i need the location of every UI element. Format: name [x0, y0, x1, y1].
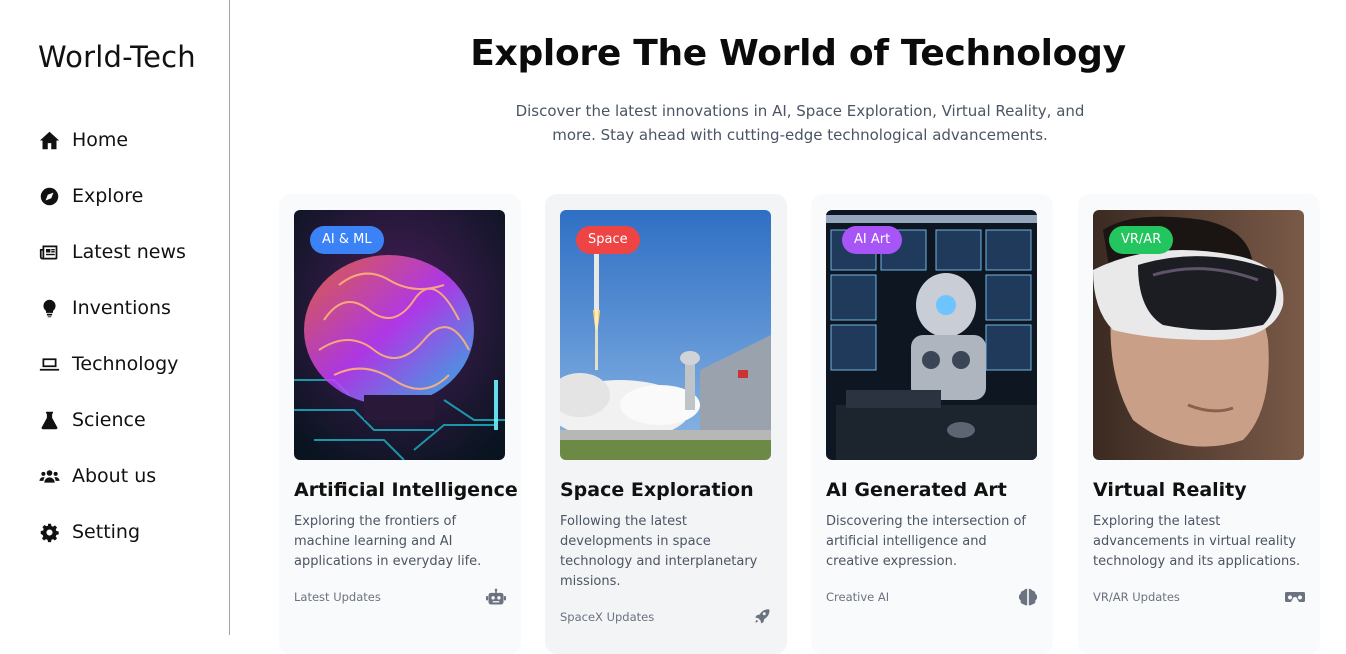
- nav-item-technology[interactable]: Technology: [38, 336, 186, 392]
- gear-icon: [38, 521, 60, 543]
- card-description: Exploring the latest advancements in vir…: [1093, 514, 1301, 569]
- nav-item-home[interactable]: Home: [38, 112, 186, 168]
- sidebar-nav: Home Explore Latest news Inventions Tech…: [38, 112, 186, 560]
- nav-label: Latest news: [72, 241, 186, 263]
- card-description: Exploring the frontiers of machine learn…: [294, 514, 482, 569]
- card-image-vr-headset: VR/AR: [1093, 210, 1304, 460]
- card-virtual-reality[interactable]: VR/AR Virtual Reality Exploring the late…: [1078, 194, 1320, 654]
- nav-item-latest-news[interactable]: Latest news: [38, 224, 186, 280]
- card-title: Space Exploration: [560, 479, 754, 501]
- nav-label: Technology: [72, 353, 179, 375]
- card-footer-label: SpaceX Updates: [560, 610, 655, 624]
- users-icon: [38, 465, 60, 487]
- card-title: Virtual Reality: [1093, 479, 1247, 501]
- card-image-brain: AI & ML: [294, 210, 505, 460]
- nav-item-inventions[interactable]: Inventions: [38, 280, 186, 336]
- main-content: Explore The World of Technology Discover…: [230, 0, 1346, 654]
- lightbulb-icon: [38, 297, 60, 319]
- nav-item-setting[interactable]: Setting: [38, 504, 186, 560]
- card-ai-generated-art[interactable]: AI Art AI Generated Art Discovering the …: [811, 194, 1053, 654]
- card-space-exploration[interactable]: Space Space Exploration Following the la…: [545, 194, 787, 654]
- card-description: Following the latest developments in spa…: [560, 514, 758, 589]
- card-badge: AI & ML: [310, 226, 384, 254]
- sidebar: World-Tech Home Explore Latest news Inve…: [0, 0, 230, 635]
- card-image-rocket-launch: Space: [560, 210, 771, 460]
- flask-icon: [38, 409, 60, 431]
- card-footer-label: Latest Updates: [294, 590, 381, 604]
- card-footer-label: Creative AI: [826, 590, 890, 604]
- nav-label: Home: [72, 129, 129, 151]
- page-title: Explore The World of Technology: [470, 33, 1126, 74]
- nav-item-explore[interactable]: Explore: [38, 168, 186, 224]
- vr-headset-icon: [1285, 588, 1305, 606]
- nav-label: Inventions: [72, 297, 171, 319]
- card-title: AI Generated Art: [826, 479, 1007, 501]
- nav-label: Science: [72, 409, 146, 431]
- robot-icon: [486, 588, 506, 606]
- compass-icon: [38, 185, 60, 207]
- brain-icon: [1018, 588, 1038, 606]
- brand-logo[interactable]: World-Tech: [38, 40, 196, 74]
- rocket-icon: [752, 607, 772, 625]
- nav-item-science[interactable]: Science: [38, 392, 186, 448]
- page-subtitle: Discover the latest innovations in AI, S…: [515, 102, 1085, 144]
- card-image-robot-at-desk: AI Art: [826, 210, 1037, 460]
- nav-label: Explore: [72, 185, 144, 207]
- home-icon: [38, 129, 60, 151]
- newspaper-icon: [38, 241, 60, 263]
- laptop-icon: [38, 353, 60, 375]
- nav-label: About us: [72, 465, 157, 487]
- card-badge: VR/AR: [1109, 226, 1174, 254]
- card-title: Artificial Intelligence: [294, 479, 518, 501]
- nav-label: Setting: [72, 521, 141, 543]
- card-footer-label: VR/AR Updates: [1093, 590, 1180, 604]
- card-badge: AI Art: [842, 226, 903, 254]
- card-artificial-intelligence[interactable]: AI & ML Artificial Intelligence Explorin…: [279, 194, 521, 654]
- card-badge: Space: [576, 226, 640, 254]
- nav-item-about-us[interactable]: About us: [38, 448, 186, 504]
- card-description: Discovering the intersection of artifici…: [826, 514, 1027, 569]
